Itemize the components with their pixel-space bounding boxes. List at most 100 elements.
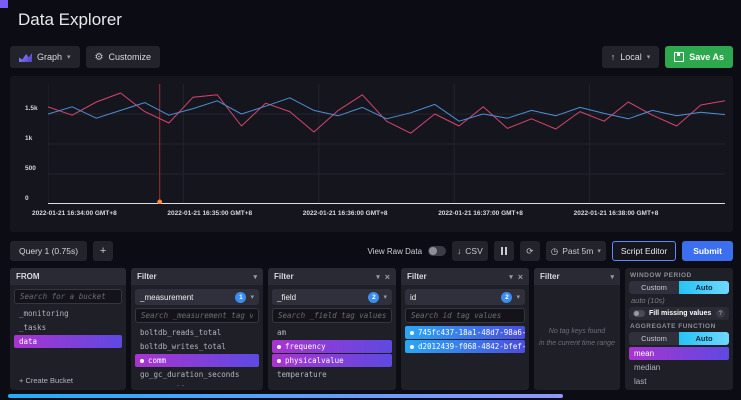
list-item[interactable]: temperature	[272, 368, 392, 381]
tag-key-value: id	[410, 293, 497, 302]
save-as-label: Save As	[689, 52, 724, 62]
y-axis-label: 1k	[25, 135, 32, 142]
bucket-search-input[interactable]	[14, 289, 122, 304]
selected-count-badge: 2	[368, 292, 379, 303]
page-title: Data Explorer	[18, 10, 122, 30]
aggregate-auto-button[interactable]: Auto	[679, 332, 729, 345]
list-item-label: median	[634, 363, 660, 372]
close-icon[interactable]: ×	[518, 272, 523, 282]
empty-filter-line1: No tag keys found	[549, 328, 605, 335]
query-controls: View Raw Data ↓ CSV ⟳ ◷ Past 5m ▾ Script…	[367, 241, 733, 261]
aggregate-custom-button[interactable]: Custom	[629, 332, 679, 345]
filter-title: Filter	[540, 272, 560, 281]
filter-title: Filter	[274, 272, 294, 281]
close-icon[interactable]: ×	[385, 272, 390, 282]
list-item[interactable]: comm	[135, 354, 259, 367]
horizontal-scrollbar[interactable]	[8, 394, 563, 398]
script-editor-button[interactable]: Script Editor	[612, 241, 676, 261]
tag-key-dropdown[interactable]: _measurement 1 ▾	[135, 289, 259, 305]
window-period-title: WINDOW PERIOD	[629, 271, 729, 279]
list-item[interactable]: data	[14, 335, 122, 348]
list-item[interactable]: go_gc_duration_seconds	[135, 368, 259, 381]
aggregate-function-list: mean median last	[629, 347, 729, 387]
tag-value-search-input[interactable]	[135, 308, 259, 323]
graph-type-label: Graph	[37, 52, 62, 62]
tag-key-dropdown[interactable]: id 2 ▾	[405, 289, 525, 305]
upload-icon: ↑	[611, 52, 616, 62]
add-query-button[interactable]: +	[93, 241, 113, 261]
toolbar-left: Graph ▾ ⚙ Customize	[10, 46, 160, 68]
list-item-label: physicalvalue	[285, 356, 344, 365]
time-range-dropdown[interactable]: ◷ Past 5m ▾	[546, 241, 606, 261]
selected-count-badge: 2	[501, 292, 512, 303]
save-icon	[674, 52, 684, 62]
window-period-segmented: Custom Auto	[629, 281, 729, 294]
tag-key-dropdown[interactable]: _field 2 ▾	[272, 289, 392, 305]
empty-filter-line2: in the current time range	[539, 340, 615, 347]
chevron-down-icon: ▾	[253, 273, 257, 281]
help-icon[interactable]: ?	[716, 309, 725, 318]
list-item[interactable]: boltdb_writes_total	[135, 340, 259, 353]
list-item[interactable]: am	[272, 326, 392, 339]
list-item[interactable]: d2012439-f068-4842-bfef-8…	[405, 340, 525, 353]
query-tab-1[interactable]: Query 1 (0.75s)	[10, 241, 87, 261]
tag-value-search-input[interactable]	[405, 308, 525, 323]
chevron-down-icon: ▾	[647, 53, 651, 61]
list-item[interactable]: mean	[629, 347, 729, 360]
list-item[interactable]: 745fc437-18a1-48d7-98a6-7…	[405, 326, 525, 339]
list-item[interactable]: boltdb_reads_total	[135, 326, 259, 339]
list-item-label: frequency	[285, 342, 326, 351]
create-bucket-button[interactable]: + Create Bucket	[14, 375, 122, 386]
local-dropdown[interactable]: ↑ Local ▾	[602, 46, 660, 68]
data-explorer-app: Data Explorer Graph ▾ ⚙ Customize ↑ Loca…	[0, 0, 741, 400]
tag-value-list: 745fc437-18a1-48d7-98a6-7…d2012439-f068-…	[405, 326, 525, 386]
gear-icon: ⚙	[95, 52, 104, 63]
chevron-down-icon: ▾	[250, 293, 254, 301]
selected-count-badge: 1	[235, 292, 246, 303]
chevron-down-icon: ▾	[516, 293, 520, 301]
list-item[interactable]: last	[629, 375, 729, 387]
list-item-label: last	[634, 377, 646, 386]
submit-button[interactable]: Submit	[682, 241, 733, 261]
save-as-button[interactable]: Save As	[665, 46, 733, 68]
empty-filter-header: Filter ▾	[534, 268, 620, 285]
chart-panel: 1.5k1k50002022-01-21 16:34:00 GMT+82022-…	[10, 76, 733, 232]
aggregate-function-title: AGGREGATE FUNCTION	[629, 322, 729, 330]
query-builder: FROM _monitoring_tasksdata + Create Buck…	[10, 268, 733, 390]
fill-missing-values-toggle[interactable]: Fill missing values ?	[629, 307, 729, 320]
refresh-button[interactable]: ⟳	[520, 241, 540, 261]
from-panel: FROM _monitoring_tasksdata + Create Buck…	[10, 268, 126, 390]
chevron-down-icon: ▾	[610, 273, 614, 281]
tag-value-search-input[interactable]	[272, 308, 392, 323]
chevron-down-icon: ▾	[383, 293, 387, 301]
time-range-label: Past 5m	[562, 246, 593, 256]
empty-filter-message: No tag keys found in the current time ra…	[539, 326, 615, 348]
list-item[interactable]: median	[629, 361, 729, 374]
list-item-label: data	[19, 337, 37, 346]
window-period-panel: WINDOW PERIOD Custom Auto auto (10s) Fil…	[625, 268, 733, 390]
list-item-label: temperature	[277, 370, 327, 379]
graph-type-dropdown[interactable]: Graph ▾	[10, 46, 80, 68]
window-custom-button[interactable]: Custom	[629, 281, 679, 294]
x-axis-label: 2022-01-21 16:36:00 GMT+8	[303, 210, 388, 217]
area-chart-icon	[19, 52, 32, 62]
x-axis-label: 2022-01-21 16:34:00 GMT+8	[32, 210, 117, 217]
filter-title: Filter	[137, 272, 157, 281]
time-series-chart[interactable]	[48, 84, 725, 204]
customize-button[interactable]: ⚙ Customize	[86, 46, 160, 68]
view-raw-data-toggle[interactable]	[428, 246, 446, 256]
tag-value-list: am frequency physicalvalue temperature	[272, 326, 392, 386]
window-auto-button[interactable]: Auto	[679, 281, 729, 294]
from-panel-header: FROM	[10, 268, 126, 285]
list-item[interactable]: frequency	[272, 340, 392, 353]
selected-dot-icon	[410, 331, 414, 335]
filter-panel-empty: Filter ▾ No tag keys found in the curren…	[534, 268, 620, 390]
y-axis-label: 0	[25, 195, 29, 202]
list-item[interactable]: _monitoring	[14, 307, 122, 320]
list-item[interactable]: physicalvalue	[272, 354, 392, 367]
local-label: Local	[620, 52, 642, 62]
pause-button[interactable]	[494, 241, 514, 261]
list-item[interactable]: go_goroutines	[135, 382, 259, 386]
download-csv-button[interactable]: ↓ CSV	[452, 241, 488, 261]
list-item[interactable]: _tasks	[14, 321, 122, 334]
